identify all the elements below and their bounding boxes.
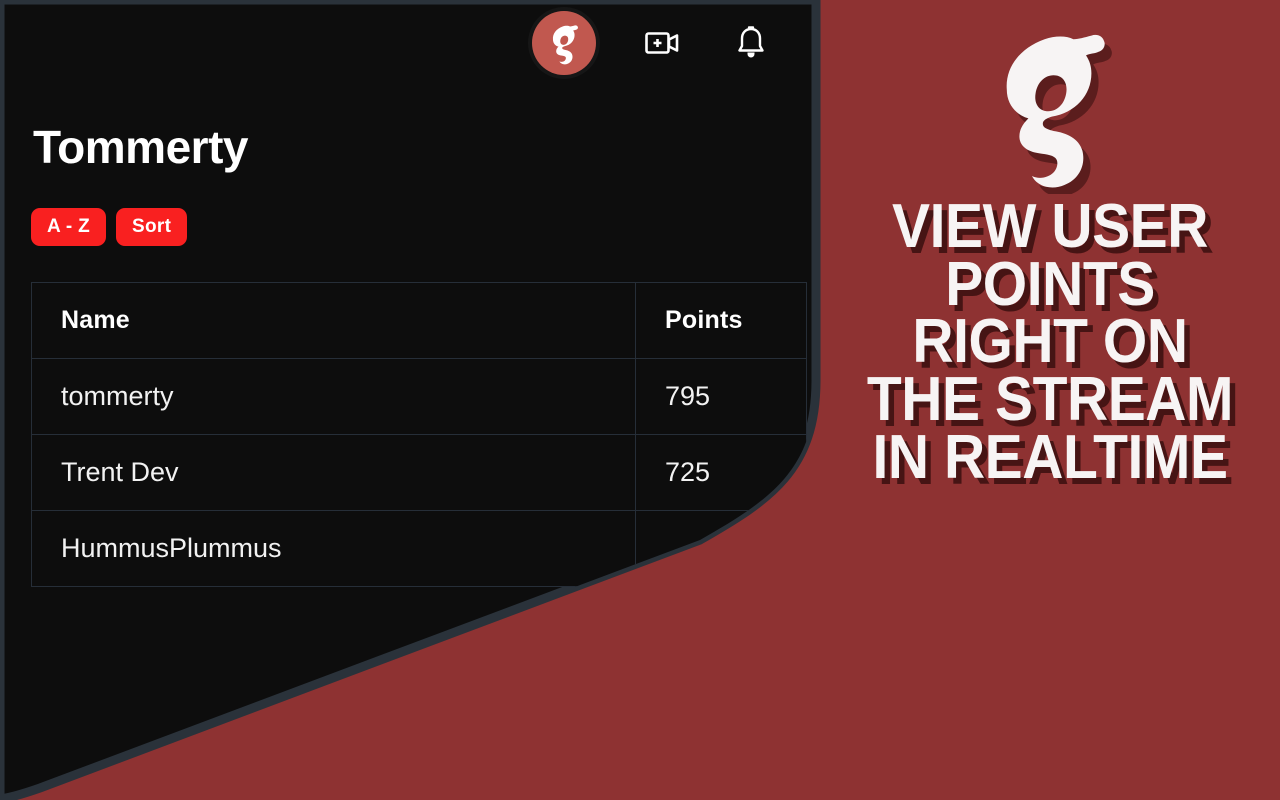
promo-line: THE STREAM: [866, 364, 1234, 434]
avatar-g-logo-icon: [541, 20, 587, 66]
table-header-row: Name Points: [32, 283, 807, 359]
promo-line: VIEW USER: [892, 192, 1208, 261]
screenshot-root: Tommerty A - Z Sort Name Points tommerty…: [0, 0, 1280, 800]
column-header-points[interactable]: Points: [636, 283, 807, 359]
cell-user-name: tommerty: [32, 359, 636, 435]
points-table-container: Name Points tommerty 795 Trent Dev 725 H…: [31, 282, 806, 587]
notifications-bell-icon[interactable]: [730, 22, 772, 64]
promo-panel: VIEW USER POINTS RIGHT ON THE STREAM IN …: [820, 0, 1280, 800]
promo-line: IN REALTIME: [872, 422, 1228, 492]
table-header: Name Points: [32, 283, 807, 359]
top-bar: [0, 0, 816, 86]
table-row[interactable]: tommerty 795: [32, 359, 807, 435]
user-avatar[interactable]: [532, 11, 596, 75]
promo-line: RIGHT ON: [912, 307, 1188, 377]
cell-user-points: 795: [636, 359, 807, 435]
page-title: Tommerty: [33, 121, 248, 173]
cell-user-name: HummusPlummus: [32, 511, 636, 587]
go-live-icon[interactable]: [642, 22, 684, 64]
promo-line: POINTS: [945, 249, 1155, 319]
cell-user-name: Trent Dev: [32, 435, 636, 511]
table-row[interactable]: Trent Dev 725: [32, 435, 807, 511]
sort-alpha-button[interactable]: A - Z: [31, 208, 106, 246]
promo-headline: VIEW USER POINTS RIGHT ON THE STREAM IN …: [848, 192, 1253, 492]
column-header-name[interactable]: Name: [32, 283, 636, 359]
sort-button[interactable]: Sort: [116, 208, 187, 246]
app-panel: Tommerty A - Z Sort Name Points tommerty…: [0, 0, 830, 800]
brand-g-logo-icon: [960, 14, 1140, 194]
filter-button-row: A - Z Sort: [31, 208, 187, 246]
points-table: Name Points tommerty 795 Trent Dev 725 H…: [31, 282, 807, 587]
